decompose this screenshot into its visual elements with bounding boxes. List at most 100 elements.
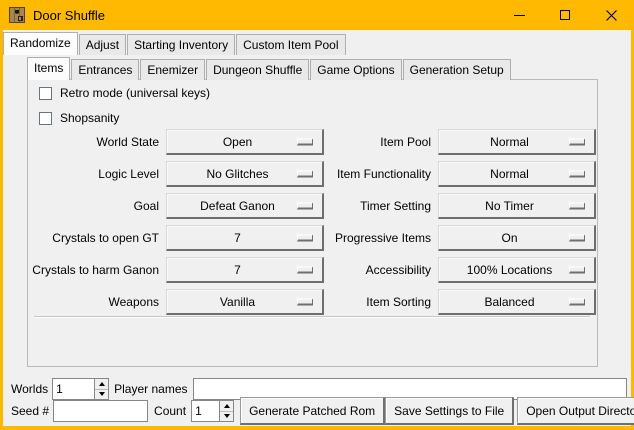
retro-mode-checkbox-row: Retro mode (universal keys)	[39, 86, 210, 100]
subtab-items[interactable]: Items	[27, 57, 70, 80]
shopsanity-checkbox-row: Shopsanity	[39, 111, 119, 125]
option-row: Weapons Vanilla	[31, 289, 324, 315]
goal-label: Goal	[31, 199, 166, 213]
dropdown-value: Normal	[490, 135, 529, 149]
option-row: Item Functionality Normal	[304, 161, 596, 187]
dropdown-value: Defeat Ganon	[200, 199, 275, 213]
progressive-items-dropdown[interactable]: On	[438, 225, 596, 251]
seed-input[interactable]	[53, 400, 148, 422]
arrow-up-icon	[99, 382, 105, 386]
subtab-generation-setup[interactable]: Generation Setup	[403, 59, 511, 80]
shopsanity-checkbox[interactable]	[39, 112, 52, 125]
item-functionality-label: Item Functionality	[304, 167, 438, 181]
count-spin-arrows	[219, 400, 234, 422]
sub-tab-bar: Items Entrances Enemizer Dungeon Shuffle…	[27, 57, 512, 80]
dropdown-value: 100% Locations	[467, 263, 552, 277]
option-row: Accessibility 100% Locations	[304, 257, 596, 283]
accessibility-dropdown[interactable]: 100% Locations	[438, 257, 596, 283]
logic-level-label: Logic Level	[31, 167, 166, 181]
arrow-up-icon	[224, 404, 230, 408]
dropdown-indicator-icon	[569, 298, 585, 305]
arrow-down-icon	[99, 392, 105, 396]
progressive-items-label: Progressive Items	[304, 231, 438, 245]
count-spin-down-button[interactable]	[220, 412, 233, 422]
goal-dropdown[interactable]: Defeat Ganon	[166, 193, 324, 219]
timer-setting-dropdown[interactable]: No Timer	[438, 193, 596, 219]
open-output-directory-button[interactable]: Open Output Directory	[517, 397, 634, 425]
item-functionality-dropdown[interactable]: Normal	[438, 161, 596, 187]
tab-randomize[interactable]: Randomize	[3, 32, 78, 55]
option-row: Crystals to harm Ganon 7	[31, 257, 324, 283]
titlebar: Door Shuffle	[0, 0, 634, 30]
option-row: Logic Level No Glitches	[31, 161, 324, 187]
seed-label: Seed #	[11, 404, 49, 418]
dropdown-value: On	[501, 231, 517, 245]
item-sorting-label: Item Sorting	[304, 295, 438, 309]
subtab-dungeon-shuffle[interactable]: Dungeon Shuffle	[206, 59, 309, 80]
accessibility-label: Accessibility	[304, 263, 438, 277]
dropdown-value: Normal	[490, 167, 529, 181]
subtab-game-options[interactable]: Game Options	[310, 59, 401, 80]
weapons-dropdown[interactable]: Vanilla	[166, 289, 324, 315]
crystals-ganon-label: Crystals to harm Ganon	[31, 263, 166, 277]
tab-adjust[interactable]: Adjust	[79, 34, 126, 55]
count-input[interactable]	[191, 400, 219, 422]
save-settings-button[interactable]: Save Settings to File	[385, 397, 514, 425]
crystals-ganon-dropdown[interactable]: 7	[166, 257, 324, 283]
generate-patched-rom-button[interactable]: Generate Patched Rom	[240, 397, 385, 425]
timer-setting-label: Timer Setting	[304, 199, 438, 213]
dropdown-value: No Timer	[485, 199, 534, 213]
dropdown-value: 7	[234, 263, 241, 277]
options-separator	[34, 316, 590, 318]
crystals-gt-label: Crystals to open GT	[31, 231, 166, 245]
subtab-enemizer[interactable]: Enemizer	[140, 59, 205, 80]
count-label: Count	[154, 404, 186, 418]
dropdown-indicator-icon	[569, 138, 585, 145]
dropdown-indicator-icon	[569, 234, 585, 241]
world-state-dropdown[interactable]: Open	[166, 129, 324, 155]
worlds-label: Worlds	[11, 382, 48, 396]
item-pool-label: Item Pool	[304, 135, 438, 149]
logic-level-dropdown[interactable]: No Glitches	[166, 161, 324, 187]
count-spin-up-button[interactable]	[220, 401, 233, 412]
count-spinbox	[191, 400, 234, 422]
close-button[interactable]	[588, 0, 634, 30]
world-state-label: World State	[31, 135, 166, 149]
tab-starting-inventory[interactable]: Starting Inventory	[127, 34, 235, 55]
option-row: Progressive Items On	[304, 225, 596, 251]
worlds-spin-up-button[interactable]	[95, 379, 108, 390]
dropdown-indicator-icon	[569, 202, 585, 209]
options-column-left: World State Open Logic Level No Glitches…	[31, 129, 324, 321]
shopsanity-label: Shopsanity	[60, 111, 119, 125]
dropdown-value: Balanced	[484, 295, 534, 309]
dropdown-indicator-icon	[569, 170, 585, 177]
window-controls	[496, 0, 634, 30]
window: Door Shuffle Randomize Adjust Starting I…	[0, 0, 634, 430]
player-names-label: Player names	[114, 382, 187, 396]
minimize-icon	[514, 15, 525, 16]
options-column-right: Item Pool Normal Item Functionality Norm…	[304, 129, 596, 321]
weapons-label: Weapons	[31, 295, 166, 309]
subtab-entrances[interactable]: Entrances	[71, 59, 139, 80]
option-row: Item Pool Normal	[304, 129, 596, 155]
retro-mode-label: Retro mode (universal keys)	[60, 86, 210, 100]
option-row: Goal Defeat Ganon	[31, 193, 324, 219]
client-area: Randomize Adjust Starting Inventory Cust…	[3, 30, 631, 426]
dropdown-value: No Glitches	[206, 167, 268, 181]
app-icon	[9, 7, 25, 23]
dropdown-value: Open	[223, 135, 252, 149]
maximize-button[interactable]	[542, 0, 588, 30]
window-title: Door Shuffle	[33, 8, 105, 23]
retro-mode-checkbox[interactable]	[39, 87, 52, 100]
item-pool-dropdown[interactable]: Normal	[438, 129, 596, 155]
tab-custom-item-pool[interactable]: Custom Item Pool	[236, 34, 345, 55]
option-row: Crystals to open GT 7	[31, 225, 324, 251]
crystals-gt-dropdown[interactable]: 7	[166, 225, 324, 251]
item-sorting-dropdown[interactable]: Balanced	[438, 289, 596, 315]
maximize-icon	[560, 10, 570, 20]
items-pane: Retro mode (universal keys) Shopsanity W…	[27, 79, 598, 367]
close-icon	[606, 10, 617, 21]
footer-row-seed: Seed # Count Generate Patched Rom Save S…	[11, 397, 630, 425]
minimize-button[interactable]	[496, 0, 542, 30]
dropdown-value: Vanilla	[220, 295, 255, 309]
